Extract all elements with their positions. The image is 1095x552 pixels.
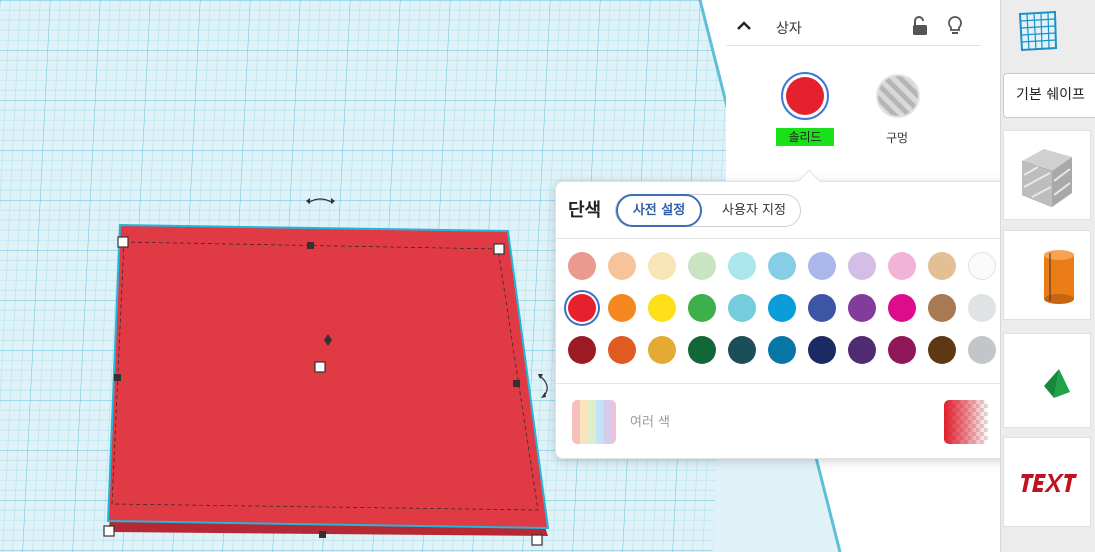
solid-color-button[interactable] — [781, 72, 829, 120]
red-text-3d-icon — [1021, 474, 1077, 492]
color-swatch[interactable] — [848, 252, 876, 280]
color-swatch[interactable] — [648, 294, 676, 322]
color-swatch[interactable] — [608, 252, 636, 280]
color-swatch[interactable] — [688, 336, 716, 364]
color-swatch[interactable] — [568, 294, 596, 322]
color-swatch[interactable] — [728, 336, 756, 364]
collapse-chevron-icon[interactable] — [736, 18, 752, 34]
edge-handle[interactable] — [307, 242, 314, 249]
solid-label: 솔리드 — [776, 128, 834, 146]
color-swatch[interactable] — [928, 336, 956, 364]
color-swatch[interactable] — [568, 252, 596, 280]
color-mode-tabs: 사전 설정 사용자 지정 — [615, 194, 801, 227]
red-box-shape[interactable] — [103, 223, 550, 546]
corner-handle[interactable] — [103, 525, 115, 537]
color-swatch[interactable] — [968, 336, 996, 364]
corner-handle[interactable] — [117, 236, 129, 248]
color-swatch[interactable] — [888, 294, 916, 322]
shape-category-dropdown[interactable]: 기본 쉐이프 — [1003, 73, 1095, 118]
color-swatch[interactable] — [928, 252, 956, 280]
shape-library-panel: 기본 쉐이프 — [1000, 0, 1095, 552]
color-swatch[interactable] — [928, 294, 956, 322]
lightbulb-icon[interactable] — [946, 15, 964, 37]
color-popup-heading: 단색 — [568, 200, 602, 221]
color-swatch[interactable] — [728, 294, 756, 322]
color-swatch[interactable] — [768, 336, 796, 364]
edge-handle[interactable] — [114, 374, 121, 381]
color-swatch[interactable] — [648, 336, 676, 364]
color-swatch[interactable] — [888, 336, 916, 364]
shape-tile-box-hole[interactable] — [1003, 130, 1091, 220]
edge-handle[interactable] — [319, 531, 326, 538]
hole-label: 구멍 — [886, 131, 909, 145]
shape-inspector-header: 상자 — [726, 8, 981, 46]
unlock-icon[interactable] — [911, 16, 929, 36]
orange-cylinder-icon — [1044, 250, 1074, 304]
shape-tile-cylinder[interactable] — [1003, 230, 1091, 320]
corner-handle[interactable] — [493, 243, 505, 255]
color-swatch[interactable] — [808, 336, 836, 364]
workplane-grid-icon[interactable] — [1017, 10, 1059, 52]
color-swatch[interactable] — [768, 294, 796, 322]
striped-box-icon — [1022, 149, 1072, 207]
shape-name[interactable]: 상자 — [776, 18, 802, 38]
tab-custom[interactable]: 사용자 지정 — [710, 195, 798, 226]
multi-color-swatch[interactable] — [572, 400, 616, 444]
shape-tile-pyramid[interactable] — [1003, 333, 1091, 428]
color-swatch[interactable] — [688, 294, 716, 322]
color-swatch[interactable] — [808, 294, 836, 322]
color-swatch[interactable] — [728, 252, 756, 280]
solid-hole-selector: 솔리드 구멍 — [726, 47, 981, 182]
color-swatch[interactable] — [968, 252, 996, 280]
solid-color-swatch — [786, 77, 824, 115]
color-swatch[interactable] — [968, 294, 996, 322]
color-swatch[interactable] — [688, 252, 716, 280]
multi-color-label[interactable]: 여러 색 — [630, 411, 670, 430]
hole-button[interactable] — [876, 74, 920, 118]
color-swatch[interactable] — [608, 294, 636, 322]
color-swatch[interactable] — [568, 336, 596, 364]
color-swatch[interactable] — [648, 252, 676, 280]
corner-handle[interactable] — [531, 534, 543, 546]
shape-tile-text[interactable] — [1003, 437, 1091, 527]
divider — [556, 238, 1054, 239]
divider — [556, 383, 1054, 384]
color-swatch[interactable] — [808, 252, 836, 280]
edge-handle[interactable] — [513, 380, 520, 387]
center-handle[interactable] — [314, 361, 326, 373]
color-swatch[interactable] — [848, 294, 876, 322]
color-swatch[interactable] — [768, 252, 796, 280]
color-swatch[interactable] — [608, 336, 636, 364]
color-swatch[interactable] — [848, 336, 876, 364]
tab-preset[interactable]: 사전 설정 — [616, 194, 702, 227]
transparent-swatch[interactable] — [944, 400, 988, 444]
color-swatch[interactable] — [888, 252, 916, 280]
green-pyramid-icon — [1044, 369, 1070, 398]
color-picker-popup: 단색 사전 설정 사용자 지정 여러 색 투명 — [555, 169, 1055, 459]
